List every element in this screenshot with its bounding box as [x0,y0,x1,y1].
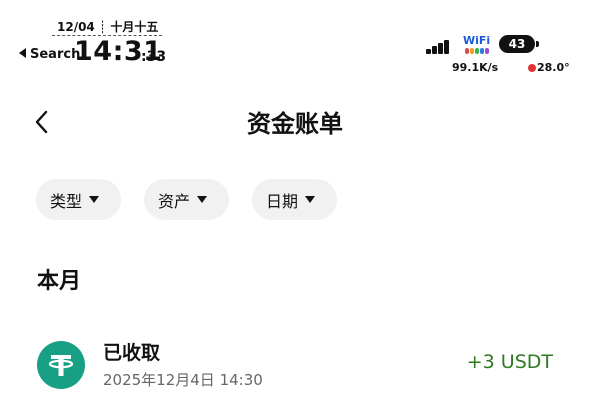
filter-type-label: 类型 [50,191,83,211]
temperature-value: 28.0° [537,61,570,74]
filter-date[interactable]: 日期 [252,179,337,220]
caret-down-icon [197,196,208,203]
section-title: 本月 [37,269,82,294]
temperature: 28.0° [528,61,570,74]
wifi-label: WiFi [463,34,491,47]
filter-date-label: 日期 [266,191,299,211]
tether-icon [37,341,85,389]
thermometer-icon [528,64,536,72]
filter-asset[interactable]: 资产 [144,179,229,220]
signal-icon [426,40,450,54]
filter-asset-label: 资产 [158,191,191,211]
status-date: 12/04 ┊ 十月十五 [57,20,159,34]
status-back-to-app[interactable]: Search [19,47,80,62]
transaction-title: 已收取 [103,342,161,364]
page-title: 资金账单 [247,110,343,138]
transaction-row[interactable]: 已收取 2025年12月4日 14:30 +3 USDT [0,330,590,400]
caret-down-icon [305,196,316,203]
transaction-amount: +3 USDT [466,351,553,373]
network-speed: 99.1K/s [452,61,499,74]
status-seconds: :33 [141,49,167,65]
battery-indicator: 43 [499,35,539,53]
wifi-strength-icon [465,48,491,54]
transaction-time: 2025年12月4日 14:30 [103,371,263,389]
back-arrow-icon [19,48,26,58]
status-back-label: Search [30,47,81,62]
filter-type[interactable]: 类型 [36,179,121,220]
caret-down-icon [89,196,100,203]
